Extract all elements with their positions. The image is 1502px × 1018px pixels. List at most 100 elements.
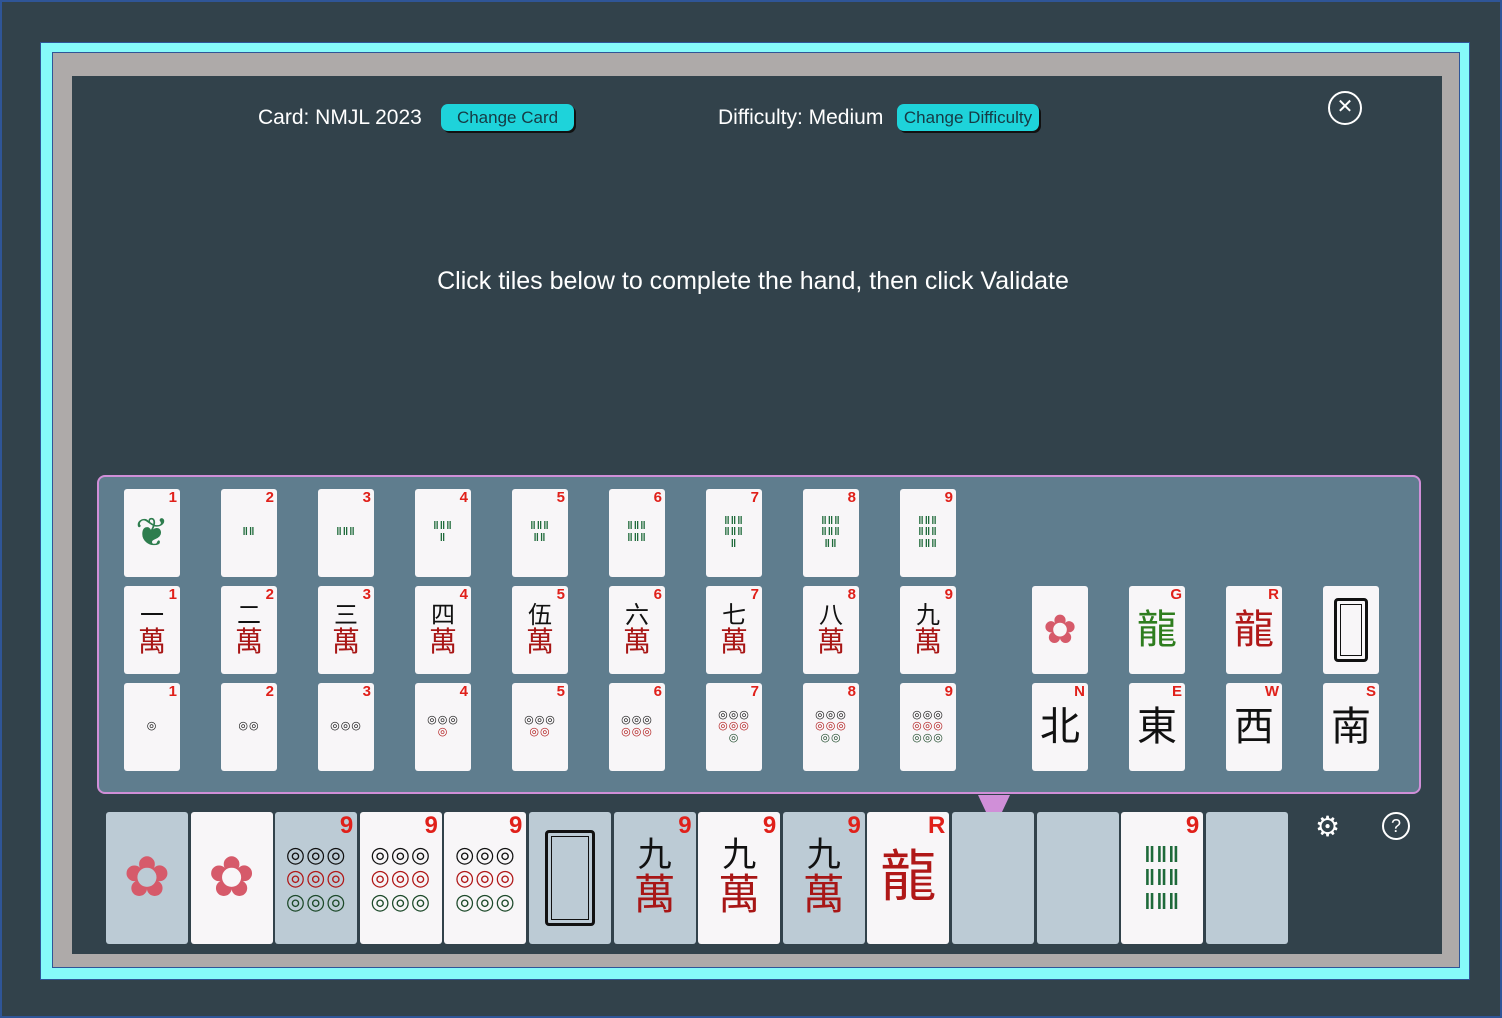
hand-tile-dot-9[interactable]: 9 ◎◎◎ ◎◎◎ ◎◎◎	[359, 812, 442, 944]
numeral: 九	[637, 834, 672, 875]
palette-tile-crak-7[interactable]: 7七萬	[706, 586, 762, 674]
wind-character: 南	[1331, 704, 1371, 750]
palette-tile-flower[interactable]: ✿	[1032, 586, 1088, 674]
tile-corner-label: 1	[168, 683, 177, 700]
tile-corner-label: 9	[944, 683, 953, 700]
dots-icon: ◎◎◎ ◎◎◎ ◎◎◎	[455, 842, 516, 914]
palette-tile-dragon-R[interactable]: R龍	[1226, 586, 1282, 674]
empty-slot[interactable]	[952, 812, 1034, 944]
tile-corner-label: W	[1264, 683, 1279, 700]
difficulty-label: Difficulty: Medium	[718, 106, 884, 129]
palette-tile-crak-5[interactable]: 5伍萬	[512, 586, 568, 674]
empty-slot[interactable]	[1036, 812, 1119, 944]
wan-character: 萬	[428, 624, 457, 658]
palette-tile-bam-6[interactable]: 6 ‖‖‖ ‖‖‖	[609, 489, 665, 577]
wan-character: 萬	[719, 624, 748, 658]
flower-icon: ✿	[208, 845, 256, 910]
palette-tile-wind-N[interactable]: N北	[1032, 683, 1088, 771]
bamboo-icon: ‖‖‖ ‖	[433, 520, 453, 544]
wind-character: 西	[1234, 704, 1274, 750]
hand-tile-crak-9[interactable]: 9九萬	[613, 812, 696, 944]
dots-icon: ◎◎◎ ◎◎◎ ◎◎	[815, 708, 847, 744]
palette-tile-dot-5[interactable]: 5 ◎◎◎ ◎◎	[512, 683, 568, 771]
close-icon[interactable]: ✕	[1328, 91, 1362, 125]
wan-character: 萬	[331, 624, 360, 658]
palette-tile-wind-S[interactable]: S南	[1323, 683, 1379, 771]
dots-icon: ◎◎◎ ◎◎	[524, 714, 556, 738]
palette-tile-wind-W[interactable]: W西	[1226, 683, 1282, 771]
dots-icon: ◎◎◎ ◎◎◎ ◎◎◎	[285, 842, 347, 914]
empty-slot[interactable]	[1205, 812, 1288, 944]
wind-character: 北	[1040, 704, 1080, 750]
change-difficulty-button[interactable]: Change Difficulty	[897, 104, 1039, 131]
hand-tile-dragon-R[interactable]: R龍	[867, 812, 950, 944]
dragon-icon: 龍	[1137, 607, 1177, 653]
palette-tile-dot-8[interactable]: 8 ◎◎◎ ◎◎◎ ◎◎	[803, 683, 859, 771]
tile-corner-label: 3	[362, 683, 371, 700]
change-card-button[interactable]: Change Card	[441, 104, 574, 131]
palette-tile-bam-9[interactable]: 9 ‖‖‖ ‖‖‖ ‖‖‖	[900, 489, 956, 577]
tile-corner-label: 3	[362, 586, 371, 603]
dragon-icon: 龍	[1234, 607, 1274, 653]
tile-corner-label: 9	[944, 489, 953, 506]
palette-tile-dot-1[interactable]: 1 ◎	[124, 683, 180, 771]
tile-corner-label: 9	[1185, 812, 1200, 839]
palette-tile-bam-4[interactable]: 4 ‖‖‖ ‖	[415, 489, 471, 577]
wan-character: 萬	[913, 624, 942, 658]
hand-tile-crak-9[interactable]: 9九萬	[698, 812, 781, 944]
palette-tile-dot-2[interactable]: 2 ◎◎	[221, 683, 277, 771]
palette-tile-crak-6[interactable]: 6六萬	[609, 586, 665, 674]
numeral: 三	[334, 600, 358, 629]
palette-tile-crak-9[interactable]: 9九萬	[900, 586, 956, 674]
gear-icon[interactable]: ⚙	[1315, 810, 1340, 843]
palette-tile-soap[interactable]	[1323, 586, 1379, 674]
tile-corner-label: G	[1170, 586, 1182, 603]
flower-icon: ✿	[123, 845, 171, 910]
palette-tile-dot-4[interactable]: 4 ◎◎◎ ◎	[415, 683, 471, 771]
hand-tile-crak-9[interactable]: 9九萬	[782, 812, 865, 944]
tile-corner-label: 9	[678, 812, 692, 839]
numeral: 九	[916, 600, 940, 629]
palette-tile-bam-3[interactable]: 3 ‖‖‖	[318, 489, 374, 577]
dots-icon: ◎◎◎ ◎◎◎ ◎◎◎	[370, 842, 432, 914]
palette-tile-bam-2[interactable]: 2 ‖‖	[221, 489, 277, 577]
help-icon[interactable]: ?	[1382, 812, 1410, 840]
hand-tile-dot-9[interactable]: 9 ◎◎◎ ◎◎◎ ◎◎◎	[444, 812, 527, 944]
palette-tile-bam-8[interactable]: 8 ‖‖‖ ‖‖‖ ‖‖	[803, 489, 859, 577]
numeral: 二	[237, 600, 261, 629]
palette-tile-dragon-G[interactable]: G龍	[1129, 586, 1185, 674]
palette-tile-crak-1[interactable]: 1一萬	[124, 586, 180, 674]
palette-tile-wind-E[interactable]: E東	[1129, 683, 1185, 771]
palette-tile-bam-1[interactable]: 1 ❦	[124, 489, 180, 577]
palette-tile-dot-6[interactable]: 6 ◎◎◎ ◎◎◎	[609, 683, 665, 771]
numeral: 六	[625, 600, 649, 629]
palette-tile-bam-5[interactable]: 5 ‖‖‖ ‖‖	[512, 489, 568, 577]
tile-corner-label: 8	[847, 586, 856, 603]
hand-tile-bam-9[interactable]: 9 ‖‖‖ ‖‖‖ ‖‖‖	[1121, 812, 1204, 944]
tile-corner-label: 9	[944, 586, 953, 603]
numeral: 九	[722, 834, 757, 875]
hand-tile-flower[interactable]: ✿	[106, 812, 188, 944]
instruction-text: Click tiles below to complete the hand, …	[437, 267, 1069, 295]
tile-corner-label: N	[1074, 683, 1085, 700]
tile-corner-label: 7	[750, 586, 759, 603]
dots-icon: ◎◎◎ ◎◎◎	[621, 714, 653, 738]
palette-tile-dot-7[interactable]: 7 ◎◎◎ ◎◎◎ ◎	[706, 683, 762, 771]
palette-tile-crak-2[interactable]: 2二萬	[221, 586, 277, 674]
wan-character: 萬	[633, 869, 676, 919]
palette-tile-dot-3[interactable]: 3 ◎◎◎	[318, 683, 374, 771]
white-dragon-icon	[1334, 598, 1368, 662]
wan-character: 萬	[622, 624, 651, 658]
hand-tile-dot-9[interactable]: 9 ◎◎◎ ◎◎◎ ◎◎◎	[275, 812, 358, 944]
palette-tile-dot-9[interactable]: 9 ◎◎◎ ◎◎◎ ◎◎◎	[900, 683, 956, 771]
palette-tile-crak-8[interactable]: 8八萬	[803, 586, 859, 674]
hand-tile-flower[interactable]: ✿	[190, 812, 273, 944]
palette-tile-bam-7[interactable]: 7 ‖‖‖ ‖‖‖ ‖	[706, 489, 762, 577]
bamboo-icon: ‖‖‖ ‖‖‖ ‖‖‖	[918, 514, 938, 550]
palette-tile-crak-3[interactable]: 3三萬	[318, 586, 374, 674]
hand-tile-soap[interactable]	[529, 812, 611, 944]
tile-corner-label: 9	[847, 812, 861, 839]
numeral: 九	[806, 834, 841, 875]
palette-tile-crak-4[interactable]: 4四萬	[415, 586, 471, 674]
tile-corner-label: R	[928, 812, 946, 839]
